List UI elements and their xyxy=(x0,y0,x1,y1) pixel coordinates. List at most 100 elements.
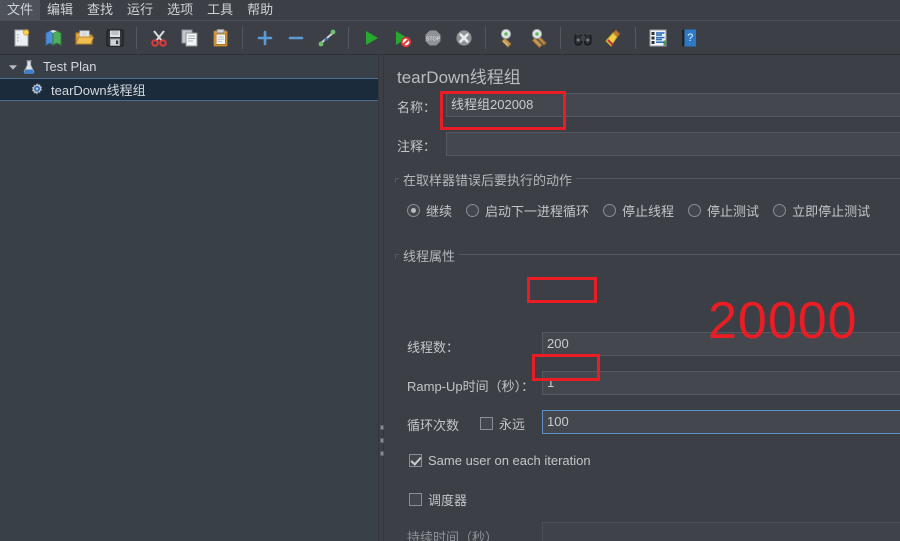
shutdown-icon xyxy=(455,29,472,46)
group-border-top xyxy=(395,254,900,255)
radio-indicator-icon xyxy=(603,204,617,217)
expand-all-button[interactable] xyxy=(250,23,279,52)
reset-search-button[interactable] xyxy=(599,23,628,52)
chevron-down-icon[interactable] xyxy=(6,60,20,74)
clear-button[interactable] xyxy=(493,23,522,52)
menu-run[interactable]: 运行 xyxy=(120,0,160,20)
function-helper-button[interactable] xyxy=(643,23,672,52)
radio-indicator-icon xyxy=(466,204,480,217)
name-label: 名称： xyxy=(397,100,437,115)
copy-icon xyxy=(181,29,197,46)
start-no-pauses-icon xyxy=(395,30,411,47)
loop-count-input[interactable]: 100 xyxy=(542,410,900,434)
menu-tools[interactable]: 工具 xyxy=(200,0,240,20)
toolbar-separator xyxy=(560,26,561,49)
error-action-radio-group[interactable]: 继续 启动下一进程循环 停止线程 停止测试 立即停止测试 xyxy=(407,201,884,220)
start-play-icon xyxy=(365,30,378,45)
reset-search-broom-icon xyxy=(604,28,621,47)
forever-checkbox[interactable]: 永远 xyxy=(480,414,525,433)
toolbar-separator xyxy=(485,26,486,49)
comment-row: 注释： xyxy=(397,136,449,155)
paste-button[interactable] xyxy=(206,23,235,52)
toolbar-separator xyxy=(348,26,349,49)
checkbox-indicator-icon xyxy=(480,417,493,430)
save-button[interactable] xyxy=(100,23,129,52)
paste-clipboard-icon xyxy=(213,28,227,46)
radio-stop-test[interactable]: 停止测试 xyxy=(688,201,759,220)
new-button[interactable] xyxy=(7,23,36,52)
stop-icon: STOP xyxy=(425,30,440,45)
tree-node-label: tearDown线程组 xyxy=(51,83,146,98)
checkbox-indicator-icon xyxy=(409,454,422,467)
toggle-button[interactable] xyxy=(312,23,341,52)
search-button[interactable] xyxy=(568,23,597,52)
menu-bar: 文件 编辑 查找 运行 选项 工具 帮助 xyxy=(0,0,900,21)
menu-file[interactable]: 文件 xyxy=(0,0,41,20)
same-user-checkbox[interactable]: Same user on each iteration xyxy=(409,453,591,468)
help-button[interactable]: ? xyxy=(674,23,703,52)
radio-continue[interactable]: 继续 xyxy=(407,201,452,220)
radio-indicator-icon xyxy=(407,204,420,217)
name-row: 名称： xyxy=(397,97,449,116)
copy-button[interactable] xyxy=(175,23,204,52)
radio-stop-thread[interactable]: 停止线程 xyxy=(603,201,674,220)
menu-options[interactable]: 选项 xyxy=(160,0,200,20)
radio-label: 停止测试 xyxy=(707,204,760,219)
scheduler-label: 调度器 xyxy=(428,493,468,508)
expand-all-plus-icon xyxy=(257,30,272,45)
tree-node-test-plan[interactable]: Test Plan xyxy=(0,55,378,78)
checkbox-indicator-icon xyxy=(409,493,422,506)
start-button[interactable] xyxy=(356,23,385,52)
function-helper-icon xyxy=(649,29,666,46)
name-input[interactable]: 线程组202008 xyxy=(446,93,900,117)
toolbar-separator xyxy=(136,26,137,49)
menu-help[interactable]: 帮助 xyxy=(240,0,280,20)
toggle-enable-icon xyxy=(318,29,335,46)
save-icon xyxy=(106,29,123,46)
test-plan-icon xyxy=(20,58,38,76)
num-threads-input[interactable]: 200 xyxy=(542,332,900,356)
stop-button[interactable]: STOP xyxy=(418,23,447,52)
radio-stop-test-now[interactable]: 立即停止测试 xyxy=(773,201,870,220)
new-document-icon xyxy=(14,28,29,46)
shutdown-button[interactable] xyxy=(449,23,478,52)
test-plan-tree[interactable]: Test Plan tearDown线程组 xyxy=(0,55,378,541)
ramp-up-input[interactable]: 1 xyxy=(542,371,900,395)
duration-input[interactable] xyxy=(542,522,900,541)
svg-text:STOP: STOP xyxy=(425,36,440,42)
toolbar-separator xyxy=(242,26,243,49)
scheduler-checkbox[interactable]: 调度器 xyxy=(409,490,467,509)
templates-button[interactable] xyxy=(38,23,67,52)
error-action-group: 在取样器错误后要执行的动作 继续 启动下一进程循环 停止线程 停止测试 立即停止… xyxy=(395,170,900,228)
collapse-all-button[interactable] xyxy=(281,23,310,52)
teardown-thread-group-icon xyxy=(28,81,46,99)
radio-label: 继续 xyxy=(426,204,453,219)
cut-button[interactable] xyxy=(144,23,173,52)
radio-label: 启动下一进程循环 xyxy=(485,204,590,219)
thread-properties-group-title: 线程属性 xyxy=(399,246,460,265)
radio-start-next-loop[interactable]: 启动下一进程循环 xyxy=(466,201,589,220)
toolbar-separator xyxy=(635,26,636,49)
clear-icon xyxy=(500,28,512,48)
thread-properties-group: 线程属性 线程数： 200 Ramp-Up时间（秒）： 1 循环次数 永远 10… xyxy=(395,246,900,540)
clear-all-button[interactable] xyxy=(524,23,553,52)
search-binoculars-icon xyxy=(574,30,591,45)
jmeter-window: 文件 编辑 查找 运行 选项 工具 帮助 STOP ? Test Plan te… xyxy=(0,0,900,541)
comment-label: 注释： xyxy=(397,139,437,154)
clear-all-icon xyxy=(531,28,547,48)
duration-label: 持续时间（秒） xyxy=(407,530,499,541)
start-no-pauses-button[interactable] xyxy=(387,23,416,52)
comment-input[interactable] xyxy=(446,132,900,156)
page-title: tearDown线程组 xyxy=(397,68,521,87)
collapse-all-minus-icon xyxy=(288,36,303,39)
open-button[interactable] xyxy=(69,23,98,52)
tree-node-teardown-thread-group[interactable]: tearDown线程组 xyxy=(0,78,378,101)
svg-text:?: ? xyxy=(687,32,693,44)
tree-node-label: Test Plan xyxy=(43,59,97,74)
thread-group-config-panel: tearDown线程组 名称： 线程组202008 注释： 在取样器错误后要执行… xyxy=(384,55,900,541)
radio-indicator-icon xyxy=(773,204,787,217)
open-folder-icon xyxy=(74,30,94,44)
menu-search[interactable]: 查找 xyxy=(80,0,120,20)
toolbar: STOP ? xyxy=(0,21,900,55)
menu-edit[interactable]: 编辑 xyxy=(40,0,80,20)
